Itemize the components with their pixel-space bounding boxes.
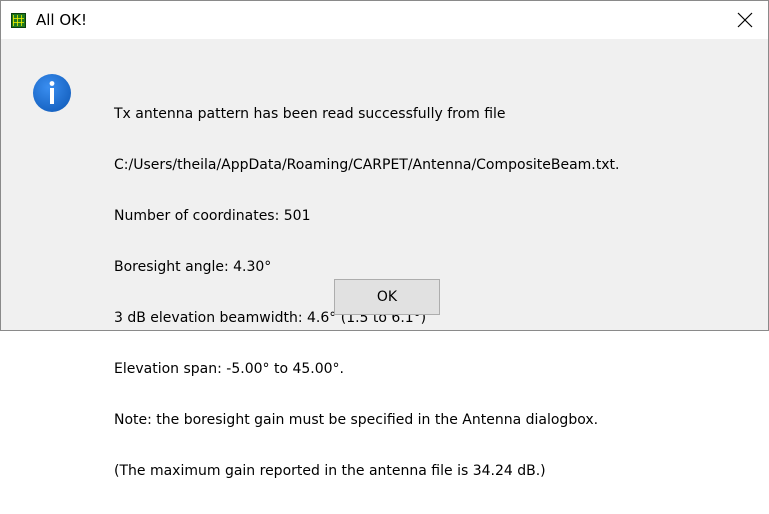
info-icon bbox=[33, 74, 71, 112]
message-line: Tx antenna pattern has been read success… bbox=[114, 106, 506, 122]
message-line: Elevation span: -5.00° to 45.00°. bbox=[114, 361, 344, 377]
title-bar[interactable]: All OK! bbox=[1, 1, 768, 39]
ok-button[interactable]: OK bbox=[334, 279, 440, 315]
message-line: (The maximum gain reported in the antenn… bbox=[114, 463, 546, 479]
window-title: All OK! bbox=[36, 11, 88, 29]
message-line: Note: the boresight gain must be specifi… bbox=[114, 412, 599, 428]
message-line: Number of coordinates: 501 bbox=[114, 208, 311, 224]
dialog-window: All OK! Tx antenna pattern has been read… bbox=[0, 0, 769, 479]
close-button[interactable] bbox=[722, 1, 768, 39]
grid-app-icon bbox=[11, 13, 26, 28]
message-line: Boresight angle: 4.30° bbox=[114, 259, 272, 275]
message-line: C:/Users/theila/AppData/Roaming/CARPET/A… bbox=[114, 157, 620, 173]
close-icon bbox=[737, 12, 753, 28]
